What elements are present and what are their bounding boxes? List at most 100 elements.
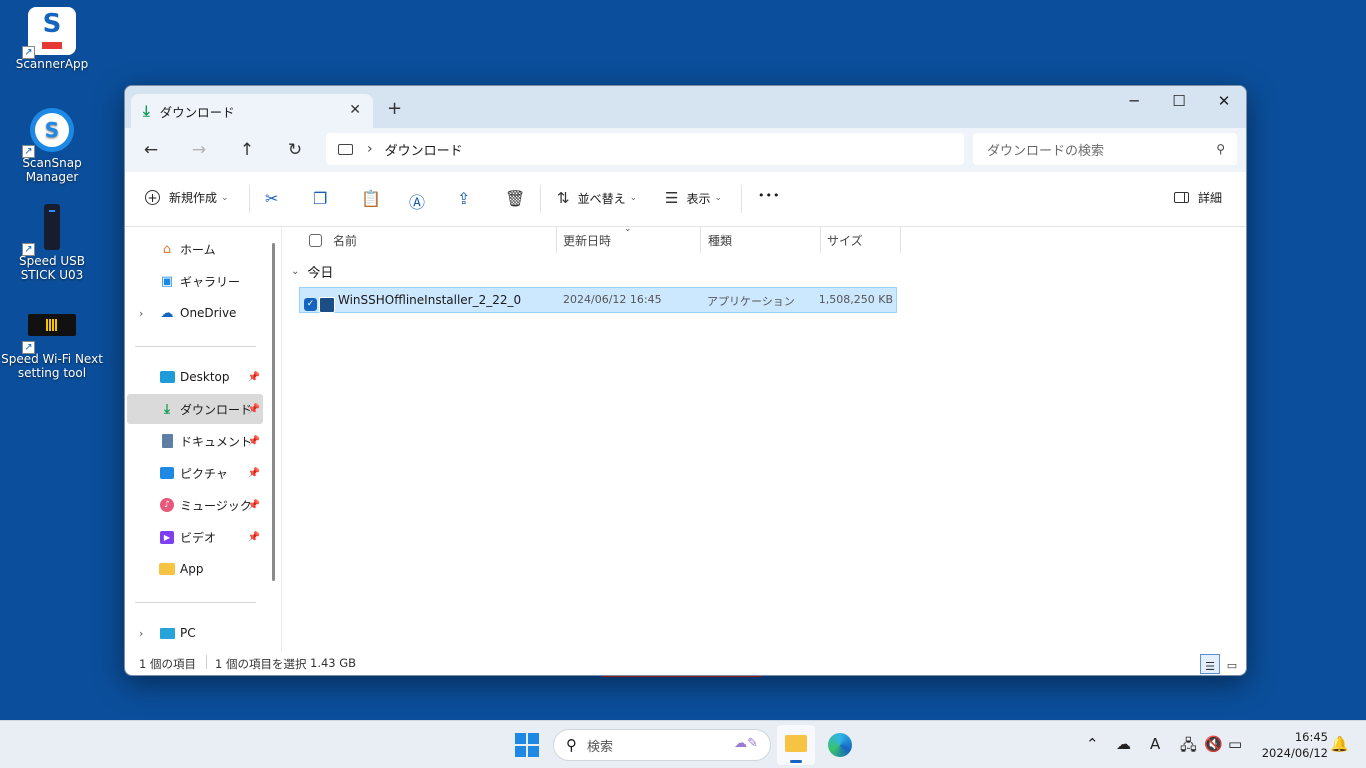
pin-icon[interactable]: 📌 (248, 500, 260, 511)
tiles-view-icon: ▭ (1226, 659, 1238, 672)
sidebar-item-app[interactable]: App (127, 554, 263, 584)
tab-downloads[interactable]: ⤓ ダウンロード ✕ (131, 94, 373, 128)
column-header-size[interactable]: サイズ (827, 227, 863, 253)
back-icon[interactable]: ← (139, 138, 163, 162)
taskbar-file-explorer[interactable] (777, 725, 815, 765)
column-header-type[interactable]: 種類 (708, 227, 732, 253)
sidebar-item-label: ビデオ (180, 530, 217, 545)
address-bar[interactable]: › ダウンロード (326, 133, 964, 165)
column-header-label: 種類 (708, 233, 733, 248)
maximize-button[interactable]: ☐ (1156, 86, 1202, 116)
column-divider[interactable] (700, 227, 701, 253)
more-options-button[interactable]: ••• (758, 189, 780, 202)
clock[interactable]: 16:45 2024/06/12 (1258, 729, 1328, 761)
chevron-right-icon[interactable]: › (139, 627, 143, 640)
trash-icon: 🗑 (505, 189, 526, 208)
file-explorer-window: ⤓ ダウンロード ✕ + ─ ☐ ✕ ← → ↑ ↻ › ダウンロード ダウンロ… (124, 85, 1247, 676)
sidebar-item-pictures[interactable]: ピクチャ 📌 (127, 458, 263, 488)
search-box[interactable]: ダウンロードの検索 ⚲ (973, 133, 1237, 165)
home-icon: ⌂ (162, 241, 172, 257)
column-header-label: 更新日時 (563, 233, 612, 248)
new-button-label: 新規作成 (169, 191, 218, 205)
command-bar: + 新規作成 ⌄ ✂ ❐ 📋 Ⓐ ⇪ 🗑 ⇅ 並べ替え ⌄ ☰ 表示 ⌄ •••… (125, 172, 1246, 227)
file-name: WinSSHOfflineInstaller_2_22_0 (338, 293, 522, 307)
rename-button[interactable]: Ⓐ (409, 189, 425, 213)
notification-bell-icon[interactable]: 🔔 (1330, 735, 1349, 753)
desktop-icon-speed-usb-stick[interactable]: ↗ Speed USB STICK U03 (0, 204, 104, 282)
sort-indicator-icon: ⌄ (624, 224, 632, 234)
cut-button[interactable]: ✂ (265, 189, 278, 208)
sidebar-item-music[interactable]: ♪ ミュージック 📌 (127, 490, 263, 520)
sidebar-scrollbar[interactable] (272, 243, 275, 581)
sort-button[interactable]: ⇅ 並べ替え ⌄ (557, 189, 637, 207)
pin-icon[interactable]: 📌 (248, 372, 260, 383)
details-pane-button[interactable]: 詳細 (1174, 189, 1222, 206)
scansnap-manager-icon: S ↗ (22, 106, 76, 158)
forward-icon[interactable]: → (187, 138, 211, 162)
start-button[interactable] (515, 733, 539, 757)
sidebar-item-downloads[interactable]: ⤓ ダウンロード 📌 (127, 394, 263, 424)
volume-muted-icon[interactable]: 🔇 (1204, 735, 1223, 753)
selection-count: 1 個の項目を選択 (215, 657, 307, 671)
minimize-button[interactable]: ─ (1111, 86, 1157, 116)
column-divider[interactable] (900, 227, 901, 253)
pin-icon[interactable]: 📌 (248, 404, 260, 415)
folder-icon (159, 561, 175, 577)
toolbar-divider (540, 185, 541, 213)
file-size: 1,508,250 KB (818, 293, 893, 306)
details-view-button[interactable]: ☰ (1200, 654, 1220, 674)
desktop-icon-speed-wifi-next[interactable]: ↗ Speed Wi-Fi Next setting tool (0, 310, 104, 380)
sidebar-item-onedrive[interactable]: › ☁ OneDrive (127, 298, 263, 328)
taskbar-search[interactable]: ⚲ 検索 ☁✎ (553, 729, 771, 761)
copy-button[interactable]: ❐ (313, 189, 327, 208)
sidebar-item-documents[interactable]: ドキュメント 📌 (127, 426, 263, 456)
battery-icon[interactable]: ▭ (1228, 735, 1242, 753)
breadcrumb-separator: › (367, 141, 373, 157)
sidebar-item-label: ダウンロード (180, 402, 253, 417)
sidebar-item-videos[interactable]: ▶ ビデオ 📌 (127, 522, 263, 552)
column-header-name[interactable]: 名前 (333, 227, 357, 253)
windows-logo-icon (515, 733, 539, 757)
pin-icon[interactable]: 📌 (248, 468, 260, 479)
taskbar-edge[interactable] (828, 733, 852, 757)
file-row[interactable]: ✓ WinSSHOfflineInstaller_2_22_0 2024/06/… (299, 287, 897, 313)
sort-icon: ⇅ (557, 189, 570, 207)
pane-divider (281, 227, 282, 652)
breadcrumb-downloads[interactable]: ダウンロード (385, 140, 463, 159)
select-all-checkbox[interactable] (309, 227, 322, 253)
close-button[interactable]: ✕ (1201, 86, 1246, 116)
onedrive-offline-icon[interactable]: ☁ (1116, 735, 1131, 753)
view-button[interactable]: ☰ 表示 ⌄ (665, 189, 722, 207)
pin-icon[interactable]: 📌 (248, 436, 260, 447)
ime-icon[interactable]: A (1150, 735, 1160, 753)
chevron-right-icon[interactable]: › (139, 307, 143, 320)
sidebar-item-pc[interactable]: › PC (127, 618, 263, 648)
sidebar-item-label: ドキュメント (180, 434, 253, 449)
pin-icon[interactable]: 📌 (248, 532, 260, 543)
column-divider[interactable] (820, 227, 821, 253)
desktop-icon-scannerapp[interactable]: S ↗ ScannerApp (0, 7, 104, 71)
up-icon[interactable]: ↑ (235, 138, 259, 162)
view-lines-icon: ☰ (665, 189, 679, 207)
sidebar-item-gallery[interactable]: ▣ ギャラリー (127, 266, 263, 296)
share-button[interactable]: ⇪ (457, 189, 470, 208)
column-header-modified[interactable]: 更新日時 (563, 227, 611, 253)
delete-button[interactable]: 🗑 (505, 189, 525, 208)
search-input[interactable]: ダウンロードの検索 (987, 140, 1216, 159)
refresh-icon[interactable]: ↻ (283, 138, 307, 162)
sidebar-item-desktop[interactable]: Desktop 📌 (127, 362, 263, 392)
show-hidden-icons[interactable]: ⌃ (1086, 735, 1099, 753)
group-header-today[interactable]: ⌄ 今日 (291, 262, 333, 281)
tab-close-icon[interactable]: ✕ (349, 102, 361, 118)
new-tab-button[interactable]: + (387, 98, 402, 119)
new-button[interactable]: + 新規作成 ⌄ (145, 189, 229, 206)
chevron-down-icon: ⌄ (291, 266, 300, 277)
search-icon: ⚲ (566, 736, 577, 754)
desktop-icon-scansnap-manager[interactable]: S ↗ ScanSnap Manager (0, 106, 104, 184)
paste-button[interactable]: 📋 (361, 189, 381, 208)
tiles-view-button[interactable]: ▭ (1222, 654, 1242, 674)
column-divider[interactable] (556, 227, 557, 253)
network-icon[interactable]: 🖧 (1180, 735, 1197, 760)
sidebar-item-home[interactable]: ⌂ ホーム (127, 234, 263, 264)
title-bar: ⤓ ダウンロード ✕ + ─ ☐ ✕ (125, 86, 1246, 128)
